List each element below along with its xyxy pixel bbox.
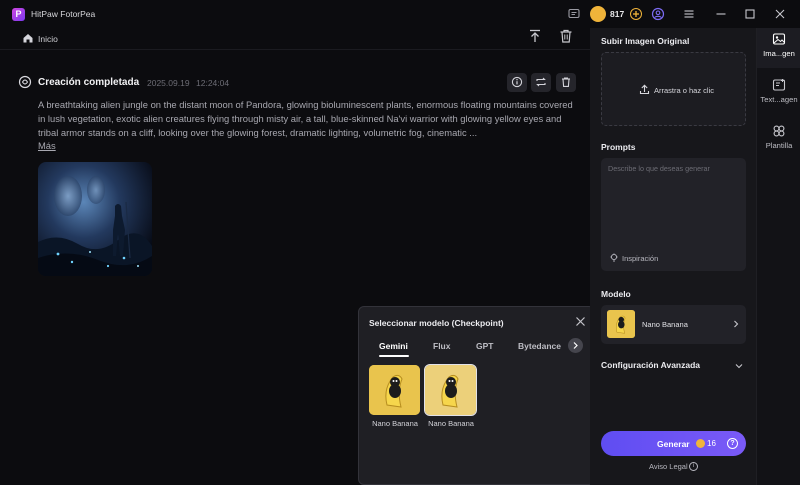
image-icon xyxy=(772,33,786,45)
coin-count: 817 xyxy=(610,9,625,19)
banana-icon xyxy=(607,310,635,338)
model-select[interactable]: Nano Banana xyxy=(601,305,746,344)
ai-sparkle-icon xyxy=(18,75,32,89)
title-bar: P HitPaw FotorPea 817 xyxy=(0,0,800,28)
tab-gemini[interactable]: Gemini xyxy=(379,341,408,351)
breadcrumb: Inicio xyxy=(0,28,590,50)
upload-icon xyxy=(639,84,650,95)
info-icon xyxy=(511,76,523,88)
close-icon[interactable] xyxy=(575,316,586,327)
lightbulb-icon[interactable] xyxy=(609,253,619,263)
model-card[interactable] xyxy=(369,365,420,415)
tool-nav: Ima...gen Text...agen Plantilla xyxy=(756,28,800,485)
upload-cta: Arrastra o haz clic xyxy=(654,86,715,95)
banana-icon xyxy=(425,365,476,415)
regenerate-button[interactable] xyxy=(531,73,551,92)
model-card-selected[interactable] xyxy=(424,364,477,416)
template-icon xyxy=(773,125,785,137)
task-title: Creación completada xyxy=(38,77,140,88)
chevron-right-icon xyxy=(734,320,739,328)
trash-icon xyxy=(562,77,570,87)
nav-item-image[interactable]: Ima...gen xyxy=(757,32,800,58)
repeat-icon xyxy=(536,77,546,87)
upload-dropzone[interactable]: Arrastra o haz clic xyxy=(601,52,746,126)
selected-model-name: Nano Banana xyxy=(642,320,688,329)
menu-icon[interactable] xyxy=(681,6,697,22)
tabs-next-button[interactable] xyxy=(568,338,583,353)
minimize-icon[interactable] xyxy=(713,6,729,22)
prompts-title: Prompts xyxy=(601,142,636,152)
plus-icon xyxy=(633,11,639,17)
task-time: 12:24:04 xyxy=(196,78,230,88)
generate-label: Generar xyxy=(657,439,690,449)
chevron-right-icon xyxy=(573,342,578,349)
nav-item-label: Ima...gen xyxy=(763,49,795,58)
text-to-image-icon xyxy=(772,79,786,91)
delete-all-icon[interactable] xyxy=(558,28,574,44)
generate-button[interactable]: Generar 16 ? xyxy=(601,431,746,456)
info-button[interactable] xyxy=(507,73,527,92)
model-selector-popup: Seleccionar modelo (Checkpoint) Gemini F… xyxy=(358,306,595,485)
tab-flux[interactable]: Flux xyxy=(433,341,450,351)
help-icon[interactable]: ? xyxy=(727,438,738,449)
coin-icon xyxy=(590,6,606,22)
nav-item-label: Text...agen xyxy=(760,95,798,104)
nav-item-label: Plantilla xyxy=(765,141,793,150)
model-name: Nano Banana xyxy=(372,419,418,428)
result-image[interactable] xyxy=(38,162,152,276)
active-tab-indicator xyxy=(379,355,409,357)
nav-item-text-to-image[interactable]: Text...agen xyxy=(757,78,800,104)
model-thumbnail xyxy=(607,310,635,338)
prompt-input[interactable]: Describe lo que deseas generar Inspiraci… xyxy=(601,158,746,271)
generate-cost: 16 xyxy=(707,439,716,448)
model-name: Nano Banana xyxy=(428,419,474,428)
more-link[interactable]: Más xyxy=(38,140,56,151)
app-logo-icon: P xyxy=(12,8,25,21)
legal-link[interactable]: Aviso Legal xyxy=(649,462,688,471)
inspiration-button[interactable]: Inspiración xyxy=(622,254,658,263)
popup-title: Seleccionar modelo (Checkpoint) xyxy=(369,318,504,328)
feedback-icon[interactable] xyxy=(567,7,581,21)
settings-panel: Subir Imagen Original Arrastra o haz cli… xyxy=(590,28,756,485)
task-prompt: A breathtaking alien jungle on the dista… xyxy=(38,99,573,138)
info-icon[interactable]: i xyxy=(689,462,698,471)
upload-title: Subir Imagen Original xyxy=(601,36,690,46)
app-title: HitPaw FotorPea xyxy=(31,9,96,19)
delete-task-button[interactable] xyxy=(556,73,576,92)
nav-item-template[interactable]: Plantilla xyxy=(757,124,800,150)
maximize-icon[interactable] xyxy=(742,6,758,22)
generated-image-artwork xyxy=(38,162,152,276)
prompt-placeholder: Describe lo que deseas generar xyxy=(608,164,710,173)
account-icon[interactable] xyxy=(651,7,665,21)
tab-gpt[interactable]: GPT xyxy=(476,341,493,351)
advanced-settings-title[interactable]: Configuración Avanzada xyxy=(601,360,700,370)
chevron-down-icon[interactable] xyxy=(735,362,743,370)
tab-bytedance[interactable]: Bytedance xyxy=(518,341,561,351)
home-link[interactable]: Inicio xyxy=(38,34,58,44)
task-date: 2025.09.19 xyxy=(147,78,190,88)
model-title: Modelo xyxy=(601,289,631,299)
export-icon[interactable] xyxy=(527,28,543,44)
banana-icon xyxy=(369,365,420,415)
coin-icon xyxy=(696,439,705,448)
add-coins-button[interactable] xyxy=(630,8,642,20)
close-window-icon[interactable] xyxy=(772,6,788,22)
home-icon[interactable] xyxy=(22,32,34,44)
